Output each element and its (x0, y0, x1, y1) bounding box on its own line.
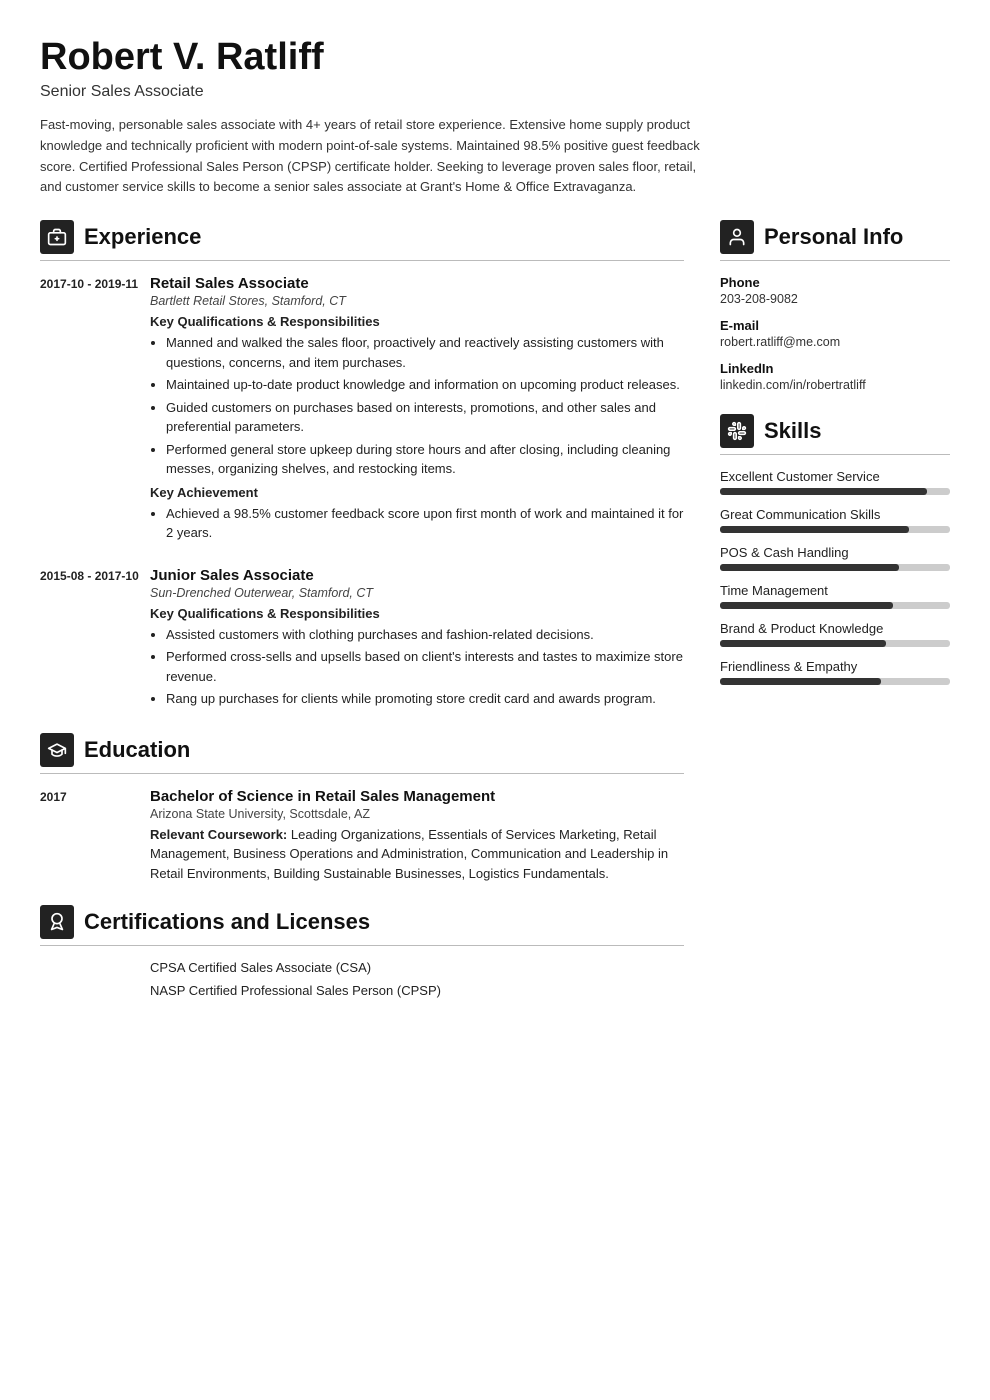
skill-bar-bg-2 (720, 564, 950, 571)
bullet-item: Manned and walked the sales floor, proac… (166, 333, 684, 372)
edu-institution-1: Arizona State University, Scottsdale, AZ (150, 807, 684, 821)
skill-item-3: Time Management (720, 583, 950, 609)
bullet-item: Achieved a 98.5% customer feedback score… (166, 504, 684, 543)
personal-info-divider (720, 260, 950, 261)
exp-entry-1: 2017-10 - 2019-11 Retail Sales Associate… (40, 275, 684, 547)
skills-divider (720, 454, 950, 455)
personal-info-icon (720, 220, 754, 254)
exp-company-2: Sun-Drenched Outerwear, Stamford, CT (150, 586, 684, 600)
exp-qualifications-heading-1: Key Qualifications & Responsibilities (150, 314, 684, 329)
summary-text: Fast-moving, personable sales associate … (40, 115, 700, 198)
skill-bar-bg-3 (720, 602, 950, 609)
certifications-icon (40, 905, 74, 939)
phone-label: Phone (720, 275, 950, 290)
education-divider (40, 773, 684, 774)
exp-content-2: Junior Sales Associate Sun-Drenched Oute… (150, 567, 684, 713)
skill-item-1: Great Communication Skills (720, 507, 950, 533)
exp-qualifications-heading-2: Key Qualifications & Responsibilities (150, 606, 684, 621)
resume-header: Robert V. Ratliff Senior Sales Associate… (40, 36, 950, 198)
skill-name-5: Friendliness & Empathy (720, 659, 950, 674)
right-column: Personal Info Phone 203-208-9082 E-mail … (720, 220, 950, 1006)
skill-bar-bg-5 (720, 678, 950, 685)
skill-bar-bg-0 (720, 488, 950, 495)
experience-icon (40, 220, 74, 254)
skill-bar-fill-5 (720, 678, 881, 685)
skill-bar-bg-4 (720, 640, 950, 647)
exp-dates-2: 2015-08 - 2017-10 (40, 567, 150, 713)
candidate-title: Senior Sales Associate (40, 83, 950, 101)
education-icon (40, 733, 74, 767)
skill-bar-fill-4 (720, 640, 886, 647)
personal-info-section: Personal Info Phone 203-208-9082 E-mail … (720, 220, 950, 392)
exp-achievement-bullets-1: Achieved a 98.5% customer feedback score… (150, 504, 684, 543)
skills-title: Skills (764, 418, 821, 444)
skill-item-2: POS & Cash Handling (720, 545, 950, 571)
exp-job-title-1: Retail Sales Associate (150, 275, 684, 292)
edu-year-1: 2017 (40, 788, 150, 884)
info-phone: Phone 203-208-9082 (720, 275, 950, 306)
skill-item-5: Friendliness & Empathy (720, 659, 950, 685)
skill-bar-fill-3 (720, 602, 893, 609)
skill-bar-bg-1 (720, 526, 950, 533)
info-email: E-mail robert.ratliff@me.com (720, 318, 950, 349)
exp-entry-2: 2015-08 - 2017-10 Junior Sales Associate… (40, 567, 684, 713)
skills-section: Skills Excellent Customer Service Great … (720, 414, 950, 685)
education-header: Education (40, 733, 684, 767)
bullet-item: Guided customers on purchases based on i… (166, 398, 684, 437)
exp-bullets-1: Manned and walked the sales floor, proac… (150, 333, 684, 479)
email-label: E-mail (720, 318, 950, 333)
phone-value: 203-208-9082 (720, 292, 950, 306)
skill-item-0: Excellent Customer Service (720, 469, 950, 495)
experience-header: Experience (40, 220, 684, 254)
exp-content-1: Retail Sales Associate Bartlett Retail S… (150, 275, 684, 547)
certifications-title: Certifications and Licenses (84, 909, 370, 935)
personal-info-title: Personal Info (764, 224, 903, 250)
experience-divider (40, 260, 684, 261)
edu-entry-1: 2017 Bachelor of Science in Retail Sales… (40, 788, 684, 884)
skill-bar-fill-1 (720, 526, 909, 533)
skill-name-3: Time Management (720, 583, 950, 598)
edu-content-1: Bachelor of Science in Retail Sales Mana… (150, 788, 684, 884)
bullet-item: Rang up purchases for clients while prom… (166, 689, 684, 709)
cert-entry-2: NASP Certified Professional Sales Person… (150, 983, 684, 998)
edu-degree-1: Bachelor of Science in Retail Sales Mana… (150, 788, 684, 805)
email-value: robert.ratliff@me.com (720, 335, 950, 349)
coursework-label: Relevant Coursework: (150, 827, 287, 842)
left-column: Experience 2017-10 - 2019-11 Retail Sale… (40, 220, 684, 1006)
bullet-item: Performed cross-sells and upsells based … (166, 647, 684, 686)
exp-job-title-2: Junior Sales Associate (150, 567, 684, 584)
certifications-divider (40, 945, 684, 946)
personal-info-header: Personal Info (720, 220, 950, 254)
linkedin-value: linkedin.com/in/robertratliff (720, 378, 950, 392)
linkedin-label: LinkedIn (720, 361, 950, 376)
education-title: Education (84, 737, 190, 763)
experience-title: Experience (84, 224, 201, 250)
main-layout: Experience 2017-10 - 2019-11 Retail Sale… (40, 220, 950, 1006)
cert-entry-1: CPSA Certified Sales Associate (CSA) (150, 960, 684, 975)
skills-icon (720, 414, 754, 448)
certifications-header: Certifications and Licenses (40, 905, 684, 939)
exp-dates-1: 2017-10 - 2019-11 (40, 275, 150, 547)
experience-section: Experience 2017-10 - 2019-11 Retail Sale… (40, 220, 684, 713)
candidate-name: Robert V. Ratliff (40, 36, 950, 79)
skill-name-1: Great Communication Skills (720, 507, 950, 522)
bullet-item: Maintained up-to-date product knowledge … (166, 375, 684, 395)
skill-bar-fill-2 (720, 564, 899, 571)
certifications-section: Certifications and Licenses CPSA Certifi… (40, 905, 684, 998)
skill-name-2: POS & Cash Handling (720, 545, 950, 560)
exp-achievement-heading-1: Key Achievement (150, 485, 684, 500)
education-section: Education 2017 Bachelor of Science in Re… (40, 733, 684, 884)
bullet-item: Assisted customers with clothing purchas… (166, 625, 684, 645)
skills-header: Skills (720, 414, 950, 448)
skill-name-0: Excellent Customer Service (720, 469, 950, 484)
exp-company-1: Bartlett Retail Stores, Stamford, CT (150, 294, 684, 308)
skill-bar-fill-0 (720, 488, 927, 495)
edu-coursework-1: Relevant Coursework: Leading Organizatio… (150, 825, 684, 884)
exp-bullets-2: Assisted customers with clothing purchas… (150, 625, 684, 709)
bullet-item: Performed general store upkeep during st… (166, 440, 684, 479)
skill-name-4: Brand & Product Knowledge (720, 621, 950, 636)
info-linkedin: LinkedIn linkedin.com/in/robertratliff (720, 361, 950, 392)
skill-item-4: Brand & Product Knowledge (720, 621, 950, 647)
